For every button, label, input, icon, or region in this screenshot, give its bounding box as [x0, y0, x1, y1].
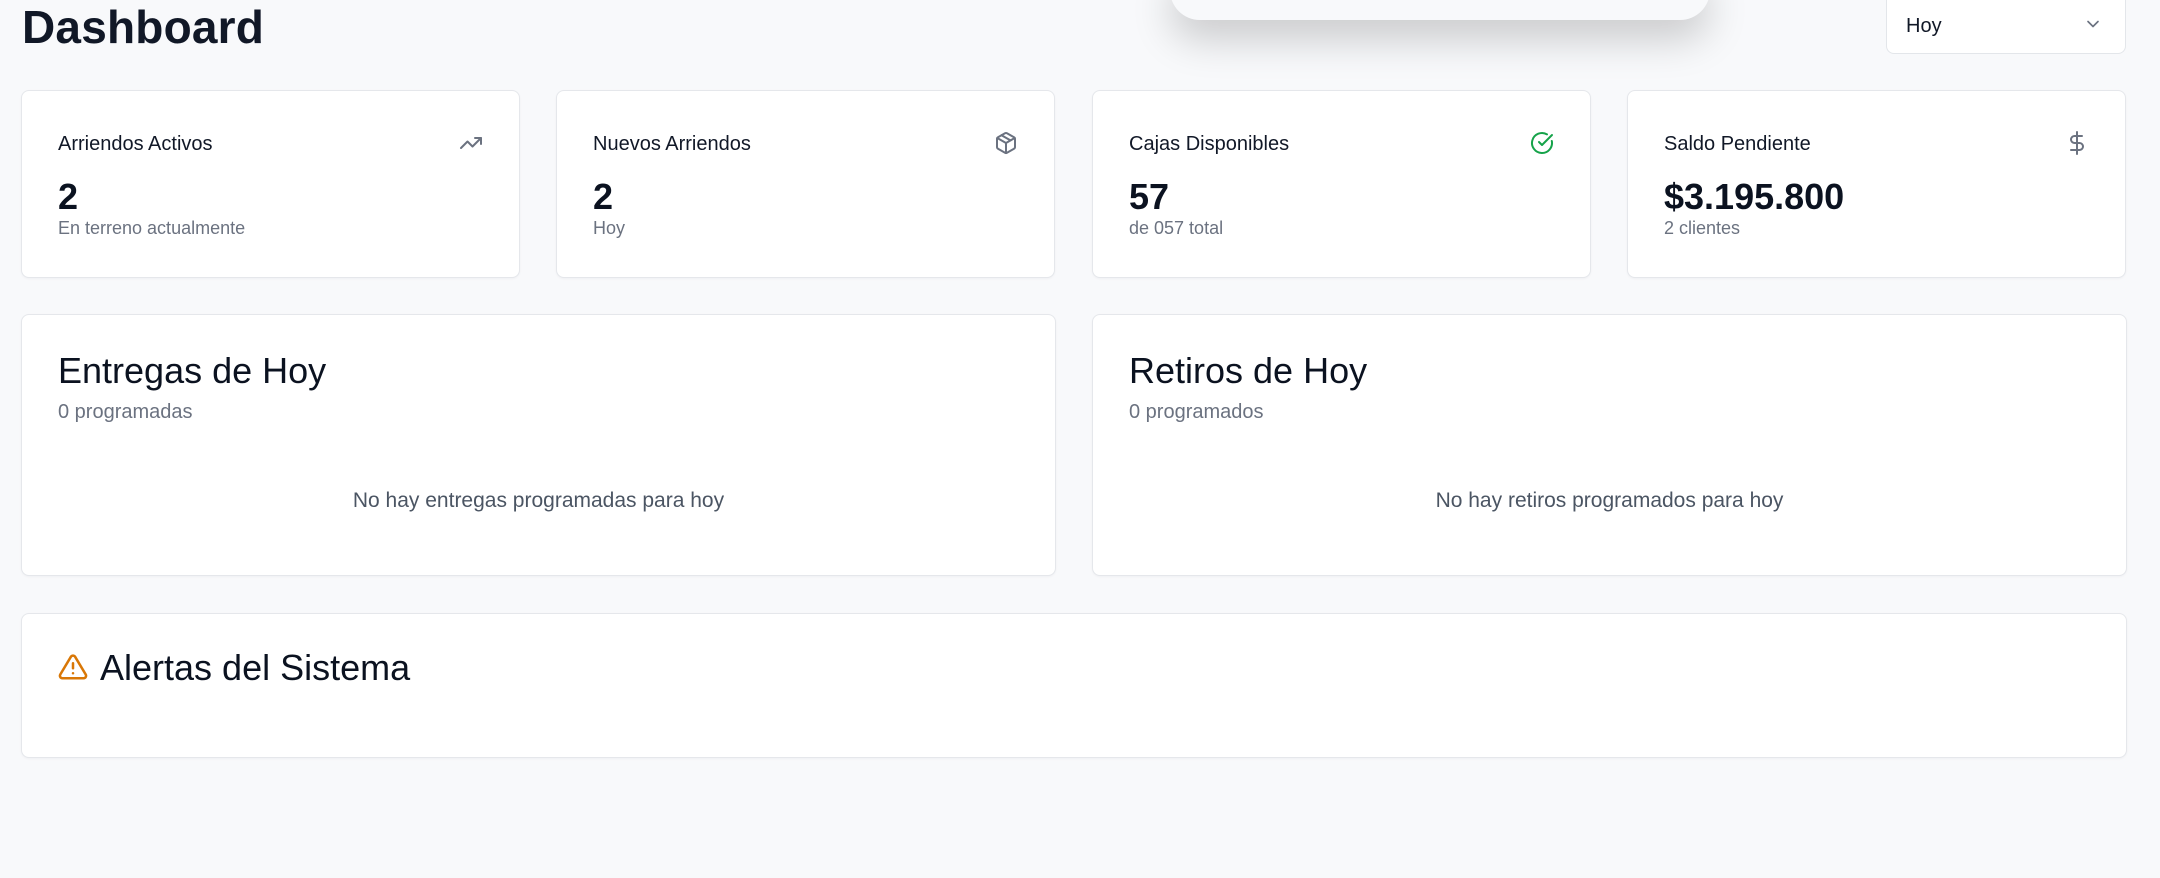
card-title: Retiros de Hoy — [1129, 350, 1368, 391]
stat-value: $3.195.800 — [1664, 176, 1845, 217]
chevron-down-icon — [2083, 14, 2103, 40]
stat-label: Saldo Pendiente — [1664, 133, 1811, 155]
stat-card-pending-balance: Saldo Pendiente $3.195.800 2 clientes — [1627, 90, 2126, 278]
stat-label: Nuevos Arriendos — [593, 133, 751, 155]
card-title: Entregas de Hoy — [58, 350, 327, 391]
stat-value: 57 — [1129, 176, 1170, 217]
trending-up-icon — [459, 131, 483, 155]
stat-card-new-rentals: Nuevos Arriendos 2 Hoy — [556, 90, 1055, 278]
empty-state-message: No hay retiros programados para hoy — [1435, 489, 1784, 512]
todays-deliveries-card: Entregas de Hoy 0 programadas No hay ent… — [21, 314, 1056, 576]
period-select[interactable]: Hoy — [1886, 0, 2126, 54]
page-title: Dashboard — [22, 1, 265, 53]
alert-triangle-icon — [58, 652, 88, 682]
popover-shadow — [1170, 0, 1710, 20]
system-alerts-card: Alertas del Sistema — [21, 613, 2127, 758]
stat-description: Hoy — [593, 218, 626, 238]
stat-label: Cajas Disponibles — [1129, 133, 1290, 155]
period-select-value: Hoy — [1906, 15, 1942, 37]
stat-card-active-rentals: Arriendos Activos 2 En terreno actualmen… — [21, 90, 520, 278]
card-title: Alertas del Sistema — [100, 647, 411, 688]
stat-description: 2 clientes — [1664, 218, 1741, 238]
empty-state-message: No hay entregas programadas para hoy — [352, 489, 725, 512]
stat-description: En terreno actualmente — [58, 218, 246, 238]
card-subtitle: 0 programadas — [58, 401, 193, 423]
card-subtitle: 0 programados — [1129, 401, 1264, 423]
dollar-sign-icon — [2065, 131, 2089, 155]
package-icon — [994, 131, 1018, 155]
todays-pickups-card: Retiros de Hoy 0 programados No hay reti… — [1092, 314, 2127, 576]
stat-value: 2 — [58, 176, 79, 217]
stat-value: 2 — [593, 176, 614, 217]
stat-description: de 057 total — [1129, 218, 1224, 238]
stat-card-available-boxes: Cajas Disponibles 57 de 057 total — [1092, 90, 1591, 278]
stat-label: Arriendos Activos — [58, 133, 213, 155]
check-circle-icon — [1530, 131, 1554, 155]
dashboard-page: Dashboard Hoy Arriendos Activos 2 En ter… — [0, 0, 2160, 878]
